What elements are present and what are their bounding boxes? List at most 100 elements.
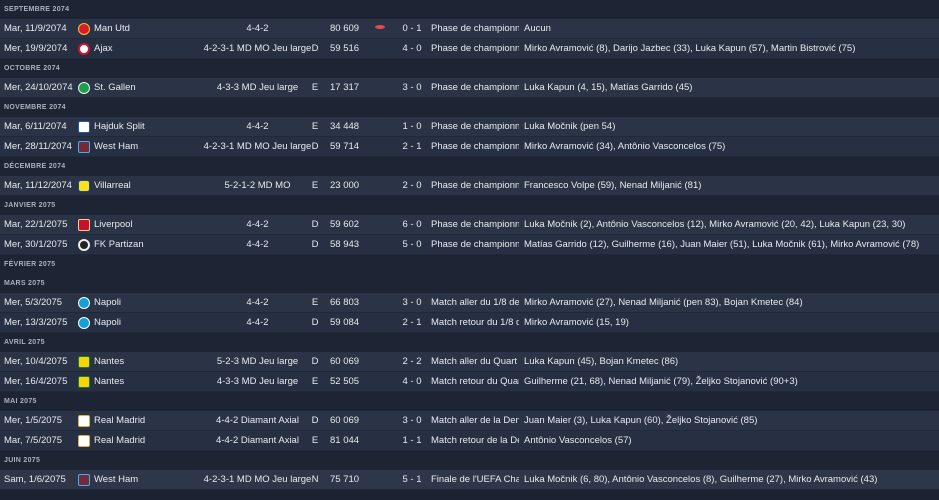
goal-scorers: Luka Kapun (45), Bojan Kmetec (86) (524, 356, 679, 367)
score[interactable]: 2 - 2 (398, 352, 426, 372)
competition-stage: Phase de championnat (431, 141, 519, 152)
score[interactable]: 1 - 0 (398, 117, 426, 137)
result-indicator-icon (375, 378, 385, 388)
score[interactable]: 3 - 0 (398, 293, 426, 313)
attendance: 34 448 (330, 121, 360, 132)
formation: 5-2-3 MD Jeu large (216, 356, 299, 367)
competition-stage: Phase de championnat (431, 219, 519, 230)
month-header: DÉCEMBRE 2074 (0, 157, 939, 176)
match-row[interactable]: Mar, 7/5/2075 Real Madrid 4-4-2 Diamant … (0, 431, 939, 451)
month-header: MARS 2075 (0, 274, 939, 293)
result-indicator-icon (375, 45, 385, 55)
fk-partizan-crest-icon (78, 239, 90, 251)
match-row[interactable]: Mer, 16/4/2075 Nantes 4-3-3 MD Jeu large… (0, 372, 939, 392)
match-date: Mer, 5/3/2075 (4, 297, 63, 308)
competition-stage: Match aller de la Demi-finale (431, 415, 519, 426)
attendance: 58 943 (330, 239, 360, 250)
competition-stage: Match aller du 1/8 de finale (431, 297, 519, 308)
match-row[interactable]: Mer, 24/10/2074 St. Gallen 4-3-3 MD Jeu … (0, 78, 939, 98)
venue: E (311, 180, 319, 191)
score[interactable]: 4 - 0 (398, 39, 426, 59)
month-header: AVRIL 2075 (0, 333, 939, 352)
attendance: 59 602 (330, 219, 360, 230)
match-row[interactable]: Mer, 5/3/2075 Napoli 4-4-2 E 66 803 3 - … (0, 293, 939, 313)
goal-scorers: Mirko Avramović (27), Nenad Miljanić (pe… (524, 297, 803, 308)
month-header: NOVEMBRE 2074 (0, 98, 939, 117)
attendance: 60 069 (330, 356, 360, 367)
west-ham-crest-icon (78, 474, 90, 486)
formation: 4-3-3 MD Jeu large (216, 82, 299, 93)
goal-scorers: Matías Garrido (12), Guilherme (16), Jua… (524, 239, 920, 250)
napoli-crest-icon (78, 317, 90, 329)
score[interactable]: 4 - 0 (398, 372, 426, 392)
nantes-crest-icon (78, 356, 90, 368)
ajax-crest-icon (78, 43, 90, 55)
attendance: 75 710 (330, 474, 360, 485)
match-row[interactable]: Mar, 6/11/2074 Hajduk Split 4-4-2 E 34 4… (0, 117, 939, 137)
score[interactable]: 5 - 1 (398, 470, 426, 490)
score[interactable]: 2 - 1 (398, 313, 426, 333)
match-row[interactable]: Mar, 22/1/2075 Liverpool 4-4-2 D 59 602 … (0, 215, 939, 235)
score[interactable]: 2 - 1 (398, 137, 426, 157)
attendance: 23 000 (330, 180, 360, 191)
goal-scorers: Mirko Avramović (8), Darijo Jazbec (33),… (524, 43, 856, 54)
venue: E (311, 82, 319, 93)
score[interactable]: 6 - 0 (398, 215, 426, 235)
attendance: 66 803 (330, 297, 360, 308)
competition-stage: Phase de championnat (431, 82, 519, 93)
match-date: Mer, 10/4/2075 (4, 356, 68, 367)
match-row[interactable]: Mer, 10/4/2075 Nantes 5-2-3 MD Jeu large… (0, 352, 939, 372)
score[interactable]: 2 - 0 (398, 176, 426, 196)
venue: D (311, 219, 319, 230)
match-row[interactable]: Mer, 1/5/2075 Real Madrid 4-4-2 Diamant … (0, 411, 939, 431)
formation: 4-4-2 (246, 219, 269, 230)
score[interactable]: 0 - 1 (398, 19, 426, 39)
competition-stage: Match retour du 1/8 de finale (431, 317, 519, 328)
formation: 4-2-3-1 MD MO Jeu large (203, 141, 312, 152)
score[interactable]: 1 - 1 (398, 431, 426, 451)
match-date: Mar, 22/1/2075 (4, 219, 68, 230)
result-indicator-icon (375, 25, 385, 35)
competition-stage: Match retour du Quart de finale (431, 376, 519, 387)
attendance: 17 317 (330, 82, 360, 93)
venue: E (311, 435, 319, 446)
goal-scorers: Luka Kapun (4, 15), Matías Garrido (45) (524, 82, 693, 93)
match-row[interactable]: Mar, 11/9/2074 Man Utd 4-4-2 80 609 0 - … (0, 19, 939, 39)
venue: E (311, 121, 319, 132)
match-date: Mer, 13/3/2075 (4, 317, 68, 328)
goal-scorers: Luka Močnik (6, 80), Antônio Vasconcelos… (524, 474, 878, 485)
month-header: OCTOBRE 2074 (0, 59, 939, 78)
score[interactable]: 5 - 0 (398, 235, 426, 255)
venue: D (311, 141, 319, 152)
match-row[interactable]: Mer, 30/1/2075 FK Partizan 4-4-2 D 58 94… (0, 235, 939, 255)
attendance: 52 505 (330, 376, 360, 387)
month-header: JANVIER 2075 (0, 196, 939, 215)
competition-stage: Finale de l'UEFA Champions League (431, 474, 519, 485)
napoli-crest-icon (78, 297, 90, 309)
result-indicator-icon (375, 417, 385, 427)
competition-stage: Phase de championnat (431, 43, 519, 54)
result-indicator-icon (375, 182, 385, 192)
competition-stage: Phase de championnat (431, 239, 519, 250)
man-utd-crest-icon (78, 23, 90, 35)
match-row[interactable]: Mer, 28/11/2074 West Ham 4-2-3-1 MD MO J… (0, 137, 939, 157)
match-row[interactable]: Sam, 1/6/2075 West Ham 4-2-3-1 MD MO Jeu… (0, 470, 939, 490)
attendance: 81 044 (330, 435, 360, 446)
match-row[interactable]: Mar, 11/12/2074 Villarreal 5-2-1-2 MD MO… (0, 176, 939, 196)
real-madrid-crest-icon (78, 435, 90, 447)
result-indicator-icon (375, 143, 385, 153)
attendance: 60 069 (330, 415, 360, 426)
month-header: JUIN 2075 (0, 451, 939, 470)
match-row[interactable]: Mer, 13/3/2075 Napoli 4-4-2 D 59 084 2 -… (0, 313, 939, 333)
venue: N (311, 474, 319, 485)
result-indicator-icon (375, 358, 385, 368)
hajduk-split-crest-icon (78, 121, 90, 133)
result-indicator-icon (375, 241, 385, 251)
goal-scorers: Mirko Avramović (15, 19) (524, 317, 629, 328)
score[interactable]: 3 - 0 (398, 411, 426, 431)
formation: 4-2-3-1 MD MO Jeu large (203, 43, 312, 54)
match-date: Mar, 7/5/2075 (4, 435, 63, 446)
match-row[interactable]: Mer, 19/9/2074 Ajax 4-2-3-1 MD MO Jeu la… (0, 39, 939, 59)
formation: 4-4-2 (246, 239, 269, 250)
score[interactable]: 3 - 0 (398, 78, 426, 98)
